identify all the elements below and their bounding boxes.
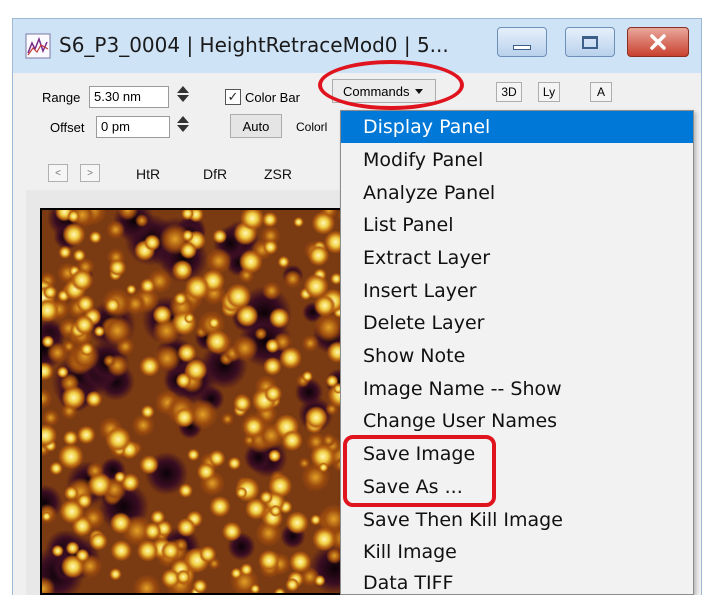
annotate-button[interactable]: A <box>590 82 612 102</box>
menu-item-save-then-kill-image[interactable]: Save Then Kill Image <box>341 504 693 536</box>
close-icon <box>650 34 666 50</box>
tab-next-button[interactable]: > <box>80 164 100 182</box>
colorbar-checkbox[interactable]: ✓ <box>225 89 241 105</box>
colorbar-label: Color Bar <box>245 90 300 105</box>
close-button[interactable] <box>627 27 689 57</box>
tab-dfr[interactable]: DfR <box>203 166 227 182</box>
menu-item-display-panel[interactable]: Display Panel <box>341 111 693 143</box>
commands-button[interactable]: Commands <box>332 79 436 103</box>
auto-button[interactable]: Auto <box>230 114 282 138</box>
menu-item-change-user-names[interactable]: Change User Names <box>341 405 693 437</box>
spinner-down-icon <box>177 125 189 132</box>
menu-item-save-image[interactable]: Save Image <box>341 438 693 470</box>
afm-texture <box>42 210 340 593</box>
color-label: Colorl <box>296 120 328 134</box>
layer-button[interactable]: Ly <box>538 82 560 102</box>
spinner-up-icon <box>177 116 189 123</box>
tab-prev-button[interactable]: < <box>48 164 68 182</box>
maximize-button[interactable] <box>565 27 615 57</box>
dropdown-arrow-icon <box>415 88 424 94</box>
menu-item-delete-layer[interactable]: Delete Layer <box>341 307 693 339</box>
afm-height-image[interactable] <box>40 208 342 595</box>
offset-label: Offset <box>50 120 85 135</box>
offset-input[interactable]: 0 pm <box>96 116 170 138</box>
menu-item-list-panel[interactable]: List Panel <box>341 209 693 241</box>
tab-htr[interactable]: HtR <box>136 166 160 182</box>
menu-item-save-as[interactable]: Save As ... <box>341 471 693 503</box>
maximize-icon <box>582 35 598 49</box>
spinner-down-icon <box>177 95 189 102</box>
menu-item-analyze-panel[interactable]: Analyze Panel <box>341 177 693 209</box>
commands-menu: Display Panel Modify Panel Analyze Panel… <box>340 110 694 595</box>
menu-item-data-tiff[interactable]: Data TIFF <box>341 567 693 594</box>
offset-spinner[interactable] <box>177 116 189 136</box>
range-label: Range <box>42 90 81 105</box>
3d-button[interactable]: 3D <box>496 82 522 102</box>
image-app-icon <box>25 33 51 59</box>
range-input[interactable]: 5.30 nm <box>89 86 169 108</box>
minimize-button[interactable] <box>497 27 547 57</box>
menu-item-kill-image[interactable]: Kill Image <box>341 536 693 568</box>
menu-item-modify-panel[interactable]: Modify Panel <box>341 144 693 176</box>
menu-item-image-name-show[interactable]: Image Name -- Show <box>341 373 693 405</box>
window-title: S6_P3_0004 | HeightRetraceMod0 | 5... <box>59 33 449 57</box>
spinner-up-icon <box>177 86 189 93</box>
range-spinner[interactable] <box>177 86 189 106</box>
commands-label: Commands <box>343 83 410 99</box>
title-bar[interactable]: S6_P3_0004 | HeightRetraceMod0 | 5... <box>13 19 701 73</box>
menu-item-extract-layer[interactable]: Extract Layer <box>341 242 693 274</box>
menu-item-show-note[interactable]: Show Note <box>341 340 693 372</box>
menu-item-insert-layer[interactable]: Insert Layer <box>341 275 693 307</box>
tab-zsr[interactable]: ZSR <box>264 166 292 182</box>
minimize-icon <box>513 44 531 50</box>
